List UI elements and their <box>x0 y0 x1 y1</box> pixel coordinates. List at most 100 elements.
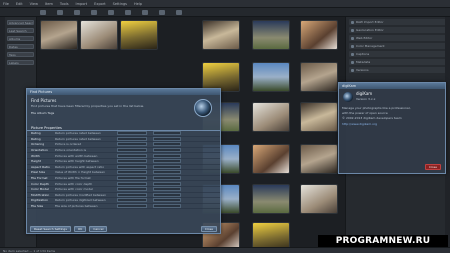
property-condition-select[interactable] <box>117 204 147 209</box>
metadata-icon <box>351 60 354 64</box>
property-name: Pixel Size <box>31 170 46 175</box>
find-pictures-dialog: Find Pictures Find Pictures Find picture… <box>26 88 221 234</box>
property-value-input[interactable] <box>153 153 181 158</box>
sidebar-field-tags[interactable]: Tags <box>7 52 34 57</box>
property-condition-select[interactable] <box>117 136 147 141</box>
property-value-input[interactable] <box>153 148 181 153</box>
preview-icon[interactable] <box>91 9 97 15</box>
property-condition-select[interactable] <box>117 148 147 153</box>
left-sidebar-tabs[interactable] <box>0 17 5 247</box>
thumbnail[interactable] <box>252 20 290 50</box>
properties-list: Rating Return pictures rated between Ratin… <box>27 131 220 210</box>
property-condition-select[interactable] <box>117 159 147 164</box>
thumbnail[interactable] <box>80 20 118 50</box>
thumbnail[interactable] <box>252 102 290 132</box>
about-dialog: digiKam digiKam Version 3.x.x Manage you… <box>338 82 446 174</box>
menu-edit[interactable]: Edit <box>16 2 23 6</box>
right-sidebar-row[interactable]: Web Editor <box>349 35 447 41</box>
menu-file[interactable]: File <box>3 2 9 6</box>
property-name: File Size <box>31 204 44 209</box>
property-value-input[interactable] <box>153 131 181 136</box>
property-condition-select[interactable] <box>117 170 147 175</box>
right-sidebar-row[interactable]: Color Management <box>349 43 447 49</box>
property-condition-select[interactable] <box>117 131 147 136</box>
cancel-button[interactable]: Cancel <box>89 225 108 232</box>
right-sidebar-row[interactable]: Metadata <box>349 59 447 65</box>
sidebar-field-albums[interactable]: Albums <box>7 36 34 41</box>
menu-item[interactable]: Item <box>45 2 53 6</box>
property-value-input[interactable] <box>153 181 181 186</box>
menu-export[interactable]: Export <box>94 2 105 6</box>
property-condition-select[interactable] <box>117 181 147 186</box>
thumbnail[interactable] <box>300 102 338 132</box>
right-sidebar-row[interactable]: Geolocation Editor <box>349 27 447 33</box>
property-value-input[interactable] <box>153 198 181 203</box>
property-description: Picture orientation is <box>55 148 87 153</box>
dialog-subheading: Find pictures that have been filtered by… <box>31 104 144 108</box>
property-condition-select[interactable] <box>117 176 147 181</box>
reset-search-button[interactable]: Reset Search Settings <box>30 225 71 232</box>
slideshow-icon[interactable] <box>159 9 165 15</box>
thumbnail[interactable] <box>120 20 158 50</box>
right-sidebar-row[interactable]: RAW Import Editor <box>349 19 447 25</box>
about-link[interactable]: http://www.digikam.org <box>342 122 442 126</box>
fullscreen-icon[interactable] <box>176 9 182 15</box>
property-condition-select[interactable] <box>117 192 147 197</box>
close-button[interactable]: Close <box>200 225 217 232</box>
dialog-tabs[interactable]: File Album Tags <box>31 111 220 115</box>
about-close-button[interactable]: Close <box>424 164 441 170</box>
menu-settings[interactable]: Settings <box>113 2 127 6</box>
thumbnail[interactable] <box>40 20 78 50</box>
menu-view[interactable]: View <box>30 2 38 6</box>
sidebar-field-labels[interactable]: Labels <box>7 60 34 65</box>
property-condition-select[interactable] <box>117 198 147 203</box>
sidebar-field-dates[interactable]: Dates <box>7 44 34 49</box>
ok-button[interactable]: OK <box>73 225 87 232</box>
property-value-input[interactable] <box>153 164 181 169</box>
property-value-input[interactable] <box>153 136 181 141</box>
thumbnail[interactable] <box>300 20 338 50</box>
property-name: Orientation <box>31 148 48 153</box>
property-condition-select[interactable] <box>117 153 147 158</box>
album-icon[interactable] <box>74 9 80 15</box>
web-icon <box>351 36 354 40</box>
menu-help[interactable]: Help <box>134 2 142 6</box>
sidebar-field-last-search[interactable]: Last Search <box>7 28 34 33</box>
zoom-in-icon[interactable] <box>125 9 131 15</box>
forward-icon[interactable] <box>57 9 63 15</box>
menu-tools[interactable]: Tools <box>60 2 69 6</box>
property-condition-select[interactable] <box>117 187 147 192</box>
thumbnail[interactable] <box>300 184 338 214</box>
sidebar-field-advanced-search[interactable]: Advanced Search <box>7 20 34 25</box>
versions-icon <box>351 68 354 72</box>
property-description: Return pictures with aspect ratio <box>55 164 105 169</box>
thumbnail[interactable] <box>202 20 240 50</box>
property-description: Pictures with height between <box>55 159 99 164</box>
property-value-input[interactable] <box>153 204 181 209</box>
menu-import[interactable]: Import <box>76 2 88 6</box>
property-value-input[interactable] <box>153 142 181 147</box>
property-value-input[interactable] <box>153 170 181 175</box>
property-value-input[interactable] <box>153 176 181 181</box>
property-condition-select[interactable] <box>117 164 147 169</box>
property-row[interactable]: File Size File size of pictures between <box>27 204 220 210</box>
digikam-logo-icon <box>343 92 353 102</box>
editor-icon[interactable] <box>108 9 114 15</box>
zoom-out-icon[interactable] <box>142 9 148 15</box>
thumbnail[interactable] <box>252 144 290 174</box>
right-sidebar-row[interactable]: Captions <box>349 51 447 57</box>
back-icon[interactable] <box>40 9 46 15</box>
thumbnail[interactable] <box>252 62 290 92</box>
property-value-input[interactable] <box>153 159 181 164</box>
right-sidebar-row[interactable]: Versions <box>349 67 447 73</box>
property-value-input[interactable] <box>153 187 181 192</box>
thumbnail[interactable] <box>252 184 290 214</box>
thumbnail[interactable] <box>300 144 338 174</box>
property-description: Pictures with color depth <box>55 181 93 186</box>
about-text: Manage your photographs like a professio… <box>339 103 445 128</box>
property-value-input[interactable] <box>153 192 181 197</box>
thumbnail[interactable] <box>300 62 338 92</box>
property-condition-select[interactable] <box>117 142 147 147</box>
about-app-name: digiKam <box>356 91 373 96</box>
geolocation-icon <box>351 28 354 32</box>
